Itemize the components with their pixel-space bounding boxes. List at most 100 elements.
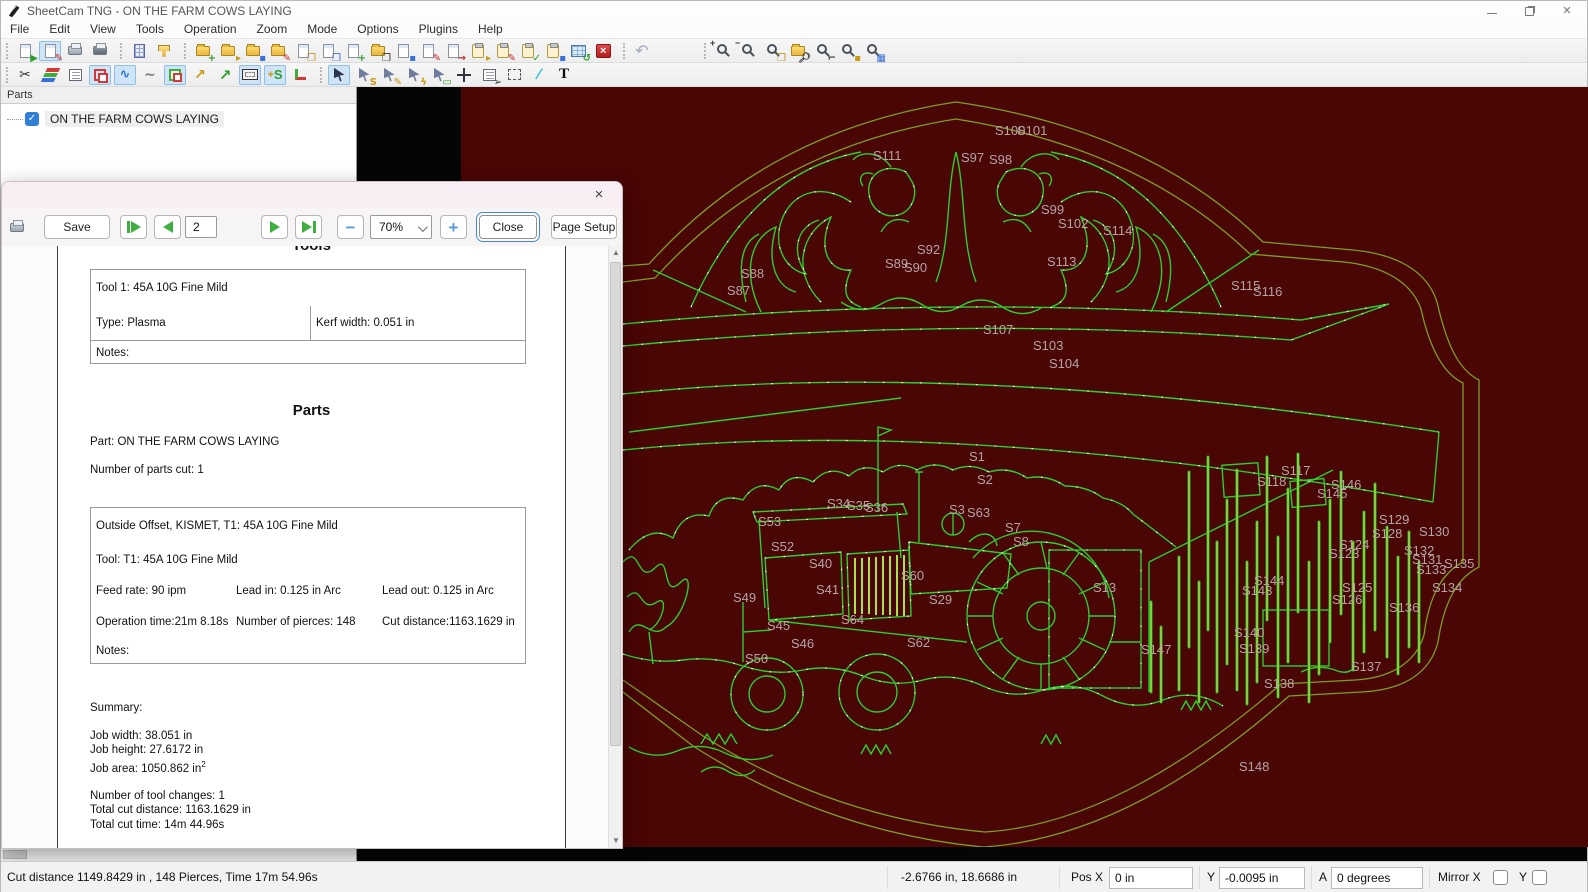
save-drawing-icon[interactable]: ▪: [392, 41, 414, 61]
toolbar-grip[interactable]: [704, 43, 709, 59]
verify-job-icon[interactable]: ✓: [517, 41, 539, 61]
save-part-icon[interactable]: ▪: [242, 41, 264, 61]
layers-icon[interactable]: [39, 65, 61, 85]
menu-mode[interactable]: Mode: [297, 21, 347, 39]
new-part-icon[interactable]: +: [192, 41, 214, 61]
edit-parts-icon[interactable]: [164, 65, 186, 85]
dialog-close-icon[interactable]: ×: [586, 186, 612, 204]
next-page-button[interactable]: [261, 215, 288, 239]
scroll-up-icon[interactable]: ▲: [609, 246, 622, 260]
nest-parts-icon[interactable]: ✂: [14, 65, 36, 85]
page-setup-button[interactable]: Page Setup: [551, 215, 617, 239]
menu-view[interactable]: View: [80, 21, 126, 39]
menu-tools[interactable]: Tools: [126, 21, 174, 39]
toolbar-grip[interactable]: [6, 43, 11, 59]
move-part-icon[interactable]: ↗: [189, 65, 211, 85]
import-drawing-icon[interactable]: →: [442, 41, 464, 61]
menu-zoom[interactable]: Zoom: [247, 21, 298, 39]
parts-hscroll-thumb[interactable]: [3, 850, 27, 859]
preview-vscrollbar[interactable]: ▲ ▼: [608, 246, 622, 848]
menu-file[interactable]: File: [1, 21, 39, 39]
angle-field[interactable]: 0 degrees: [1331, 867, 1423, 889]
close-button[interactable]: ×: [1561, 5, 1573, 17]
parts-hscrollbar[interactable]: [1, 847, 356, 861]
zoom-in-icon[interactable]: +: [712, 41, 734, 61]
refresh-table-icon[interactable]: ↺: [567, 41, 589, 61]
undo-icon[interactable]: ↶: [631, 41, 653, 61]
copy-drawing-icon[interactable]: ❐: [367, 41, 389, 61]
job-notes-icon[interactable]: [64, 65, 86, 85]
toolbar-grip[interactable]: [6, 67, 11, 83]
part-tree-item[interactable]: ✓ ON THE FARM COWS LAYING: [7, 111, 356, 127]
toolbar-grip[interactable]: [120, 43, 125, 59]
machine-bounds-icon[interactable]: [239, 65, 261, 85]
maximize-button[interactable]: [1525, 7, 1534, 16]
page-number-input[interactable]: 2: [185, 216, 217, 238]
print-icon[interactable]: [64, 41, 86, 61]
edit-path-icon[interactable]: ✎: [378, 65, 400, 85]
toolbar-grip[interactable]: [623, 43, 628, 59]
edit-splines-icon[interactable]: ∼: [139, 65, 161, 85]
toolbar-grip[interactable]: [320, 67, 325, 83]
select-contour-icon[interactable]: ▭: [428, 65, 450, 85]
posy-field[interactable]: -0.0095 in: [1219, 867, 1305, 889]
last-page-button[interactable]: [295, 215, 322, 239]
zoom-machine-icon[interactable]: ▦: [862, 41, 884, 61]
insert-text-icon[interactable]: T: [553, 65, 575, 85]
save-job-icon[interactable]: ▪: [542, 41, 564, 61]
select-tool-icon[interactable]: [328, 65, 350, 85]
previous-page-button[interactable]: [154, 215, 181, 239]
menu-edit[interactable]: Edit: [39, 21, 80, 39]
material-plate[interactable]: S111S97S98S100S101S99S102S107S103S104S92…: [461, 87, 1588, 847]
mirror-x-checkbox[interactable]: [1493, 870, 1508, 885]
zoom-previous-icon[interactable]: ❐: [762, 41, 784, 61]
job-options2-icon[interactable]: ✎: [492, 41, 514, 61]
zoom-drawing-icon[interactable]: ▪: [837, 41, 859, 61]
menu-operation[interactable]: Operation: [174, 21, 247, 39]
copy-part-icon[interactable]: ❐: [292, 41, 314, 61]
quick-edit-icon[interactable]: ϟ: [403, 65, 425, 85]
zoom-level-select[interactable]: 70%: [370, 215, 432, 239]
pan-view-icon[interactable]: [453, 65, 475, 85]
delete-part-icon[interactable]: ×: [592, 41, 614, 61]
menu-plugins[interactable]: Plugins: [409, 21, 468, 39]
posx-field[interactable]: 0 in: [1109, 867, 1193, 889]
simulation-icon[interactable]: ▶: [14, 41, 36, 61]
estimate-icon[interactable]: [128, 41, 150, 61]
zoom-out-button[interactable]: −: [337, 215, 364, 239]
drawing-options-icon[interactable]: ✎: [417, 41, 439, 61]
edit-nodes-icon[interactable]: ∿: [114, 65, 136, 85]
select-start-point-icon[interactable]: S: [353, 65, 375, 85]
part-checkbox[interactable]: ✓: [25, 112, 39, 126]
scroll-down-icon[interactable]: ▼: [609, 834, 622, 848]
rotate-part-icon[interactable]: ↗: [214, 65, 236, 85]
open-part-icon[interactable]: ▸: [217, 41, 239, 61]
measure-icon[interactable]: ∕: [528, 65, 550, 85]
vscroll-thumb[interactable]: [610, 262, 621, 746]
plot-icon[interactable]: [89, 41, 111, 61]
menu-help[interactable]: Help: [468, 21, 513, 39]
minimize-button[interactable]: [1487, 8, 1497, 14]
save-button[interactable]: Save: [44, 215, 110, 239]
start-points-icon[interactable]: +S: [264, 65, 286, 85]
first-page-button[interactable]: [120, 215, 147, 239]
post-processor-icon[interactable]: [153, 41, 175, 61]
zoom-out-icon[interactable]: −: [737, 41, 759, 61]
mirror-y-checkbox[interactable]: [1532, 870, 1547, 885]
part-options-icon[interactable]: ✎: [267, 41, 289, 61]
job-edit-icon[interactable]: ✎: [39, 41, 61, 61]
zoom-box-icon[interactable]: ➢: [478, 65, 500, 85]
zoom-parts-icon[interactable]: 🔎︎: [787, 41, 809, 61]
menu-options[interactable]: Options: [347, 21, 408, 39]
duplicate-part-icon[interactable]: ❐: [317, 41, 339, 61]
selection-marquee-icon[interactable]: [503, 65, 525, 85]
dialog-print-icon[interactable]: [4, 217, 30, 237]
open-job-icon[interactable]: ▸: [467, 41, 489, 61]
toolbar-grip[interactable]: [184, 43, 189, 59]
zoom-extents-icon[interactable]: ⌐: [812, 41, 834, 61]
contour-paths-icon[interactable]: [89, 65, 111, 85]
close-preview-button[interactable]: Close: [479, 215, 537, 239]
lead-inout-icon[interactable]: [289, 65, 311, 85]
add-drawing-icon[interactable]: +: [342, 41, 364, 61]
toolpath-drawing[interactable]: S111S97S98S100S101S99S102S107S103S104S92…: [461, 87, 1588, 847]
